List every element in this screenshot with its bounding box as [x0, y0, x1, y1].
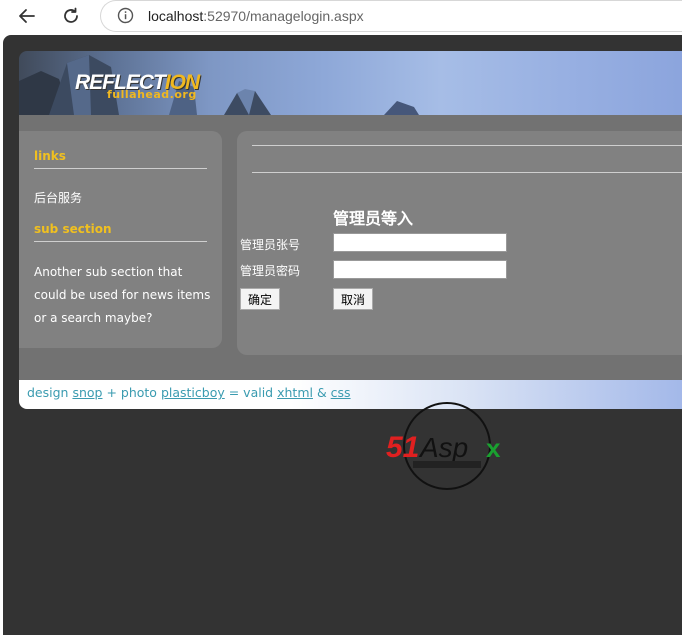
back-button[interactable] — [13, 3, 41, 29]
svg-text:x: x — [486, 433, 501, 463]
account-label: 管理员张号 — [240, 238, 301, 252]
link-xhtml[interactable]: xhtml — [277, 385, 313, 400]
password-input[interactable] — [333, 260, 507, 279]
browser-toolbar: localhost:52970/managelogin.aspx — [0, 0, 682, 35]
login-panel: 管理员等入 管理员张号 管理员密码 确定 取消 — [237, 131, 682, 355]
account-input[interactable] — [333, 233, 507, 252]
password-label: 管理员密码 — [240, 264, 301, 278]
sidebar-links-heading: links — [34, 149, 66, 163]
content-area: links 后台服务 sub section Another sub secti… — [19, 115, 682, 380]
sidebar: links 后台服务 sub section Another sub secti… — [19, 131, 222, 348]
sidebar-subsection-text: Another sub section that could be used f… — [34, 265, 211, 325]
header-banner: REFLECTION fullahead.org — [19, 51, 682, 115]
login-title: 管理员等入 — [333, 209, 414, 228]
site-info-icon[interactable] — [117, 7, 134, 28]
svg-text:Asp: Asp — [418, 432, 468, 463]
page-viewport: REFLECTION fullahead.org links 后台服务 sub … — [3, 35, 682, 635]
link-plasticboy[interactable]: plasticboy — [161, 385, 225, 400]
url-text: localhost:52970/managelogin.aspx — [148, 8, 364, 24]
link-css[interactable]: css — [331, 385, 351, 400]
divider — [34, 241, 207, 242]
url-host: localhost — [148, 8, 204, 24]
url-path: :52970/managelogin.aspx — [203, 8, 364, 24]
reload-icon — [64, 7, 78, 23]
svg-text:51: 51 — [386, 431, 419, 464]
reload-button[interactable] — [57, 3, 85, 29]
divider — [34, 168, 207, 169]
address-bar[interactable]: localhost:52970/managelogin.aspx — [100, 0, 682, 32]
footer-credits: design snop + photo plasticboy = valid x… — [27, 385, 351, 400]
cancel-button[interactable]: 取消 — [333, 288, 374, 310]
back-arrow-icon — [19, 9, 35, 23]
divider — [252, 172, 682, 173]
sidebar-subsection-heading: sub section — [34, 222, 112, 236]
footer: design snop + photo plasticboy = valid x… — [19, 380, 682, 409]
sidebar-link-backend-service[interactable]: 后台服务 — [34, 189, 82, 206]
ok-button[interactable]: 确定 — [240, 288, 281, 310]
divider — [252, 145, 682, 146]
watermark-logo: 51 Asp x — [383, 401, 513, 494]
link-snop[interactable]: snop — [72, 385, 102, 400]
logo-subtitle: fullahead.org — [107, 88, 197, 101]
